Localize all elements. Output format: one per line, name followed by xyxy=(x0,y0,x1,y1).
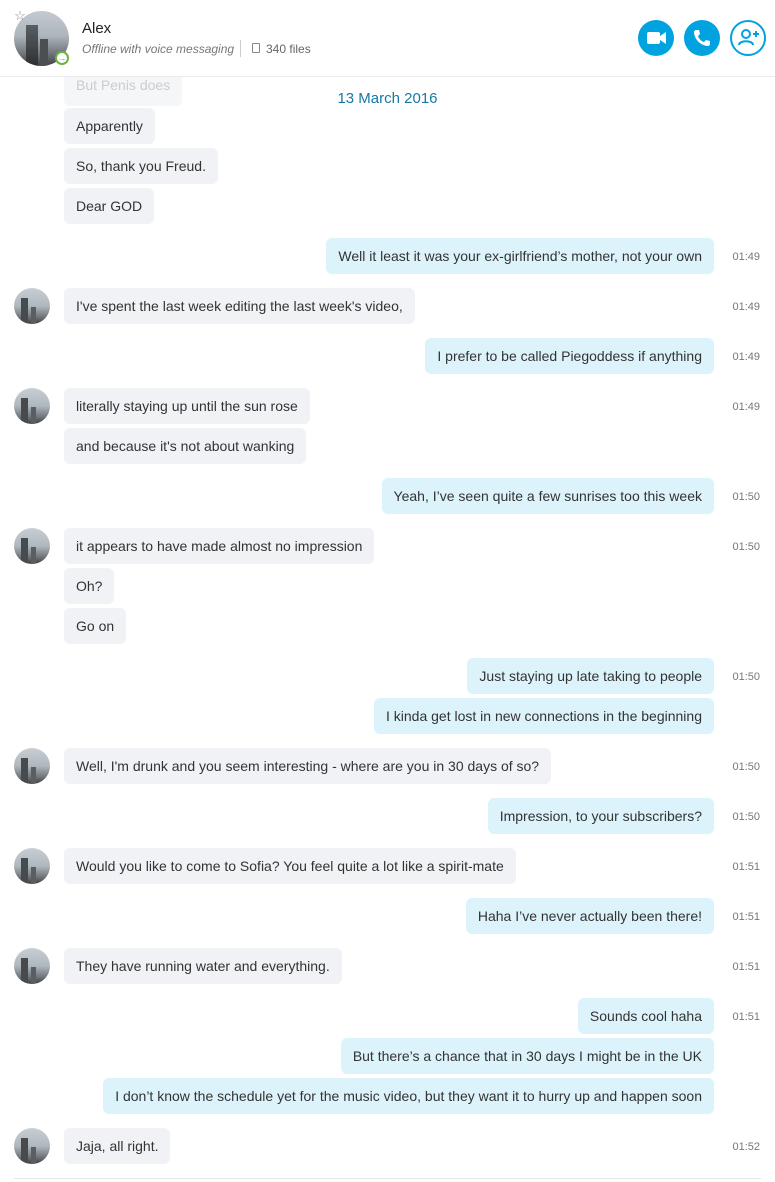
incoming-message[interactable]: Jaja, all right. xyxy=(64,1128,171,1164)
video-call-button[interactable] xyxy=(638,20,674,56)
outgoing-message[interactable]: I prefer to be called Piegoddess if anyt… xyxy=(425,338,714,374)
files-count[interactable]: 340 files xyxy=(266,42,311,56)
incoming-message[interactable]: Dear GOD xyxy=(64,188,155,224)
outgoing-message[interactable]: Well it least it was your ex-girlfriend’… xyxy=(326,238,714,274)
date-divider: 13 March 2016 xyxy=(337,90,438,107)
outgoing-message[interactable]: Sounds cool haha xyxy=(577,998,714,1034)
sender-avatar[interactable] xyxy=(14,948,50,984)
incoming-message[interactable]: Oh? xyxy=(64,568,115,604)
outgoing-message[interactable]: But there’s a chance that in 30 days I m… xyxy=(340,1038,714,1074)
message-timestamp: 01:50 xyxy=(732,671,760,683)
sender-avatar[interactable] xyxy=(14,528,50,564)
favorite-star-icon[interactable]: ☆ xyxy=(13,9,27,23)
message-timestamp: 01:50 xyxy=(732,541,760,553)
incoming-message[interactable]: Would you like to come to Sofia? You fee… xyxy=(64,848,516,884)
incoming-message[interactable]: I've spent the last week editing the las… xyxy=(64,288,415,324)
outgoing-message[interactable]: Yeah, I’ve seen quite a few sunrises too… xyxy=(381,478,714,514)
sender-avatar[interactable] xyxy=(14,848,50,884)
sender-avatar[interactable] xyxy=(14,388,50,424)
add-participant-button[interactable] xyxy=(730,20,766,56)
message-timestamp: 01:49 xyxy=(732,351,760,363)
sender-avatar[interactable] xyxy=(14,288,50,324)
composer-divider xyxy=(14,1178,761,1179)
sender-avatar[interactable] xyxy=(14,748,50,784)
outgoing-message[interactable]: Just staying up late taking to people xyxy=(467,658,714,694)
message-timestamp: 01:50 xyxy=(732,491,760,503)
incoming-message[interactable]: Well, I'm drunk and you seem interesting… xyxy=(64,748,552,784)
presence-forwarding-icon: → xyxy=(55,51,69,65)
message-timestamp: 01:51 xyxy=(732,861,760,873)
message-timestamp: 01:51 xyxy=(732,961,760,973)
message-timestamp: 01:49 xyxy=(732,401,760,413)
video-camera-icon xyxy=(647,32,666,44)
message-timestamp: 01:51 xyxy=(732,911,760,923)
message-timestamp: 01:51 xyxy=(732,1011,760,1023)
message-timestamp: 01:50 xyxy=(732,811,760,823)
message-timestamp: 01:52 xyxy=(732,1141,760,1153)
contact-status: Offline with voice messaging xyxy=(82,42,235,56)
incoming-message[interactable]: They have running water and everything. xyxy=(64,948,342,984)
message-timestamp: 01:49 xyxy=(732,301,760,313)
incoming-message[interactable]: literally staying up until the sun rose xyxy=(64,388,310,424)
outgoing-message[interactable]: Impression, to your subscribers? xyxy=(487,798,714,834)
outgoing-message[interactable]: Haha I’ve never actually been there! xyxy=(465,898,714,934)
incoming-message[interactable]: Go on xyxy=(64,608,127,644)
phone-icon xyxy=(694,30,710,46)
sender-avatar[interactable] xyxy=(14,1128,50,1164)
incoming-message[interactable]: and because it's not about wanking xyxy=(64,428,307,464)
incoming-message[interactable]: Apparently xyxy=(64,108,155,144)
incoming-message[interactable]: it appears to have made almost no impres… xyxy=(64,528,375,564)
add-person-icon xyxy=(738,29,759,46)
audio-call-button[interactable] xyxy=(684,20,720,56)
header-divider xyxy=(240,40,241,57)
message-timestamp: 01:50 xyxy=(732,761,760,773)
incoming-message[interactable]: So, thank you Freud. xyxy=(64,148,218,184)
conversation-header: ☆ → Alex Offline with voice messaging 34… xyxy=(0,0,775,77)
contact-name[interactable]: Alex xyxy=(82,20,111,37)
files-icon[interactable] xyxy=(252,43,260,53)
outgoing-message[interactable]: I kinda get lost in new connections in t… xyxy=(374,698,714,734)
message-timestamp: 01:49 xyxy=(732,251,760,263)
outgoing-message[interactable]: I don’t know the schedule yet for the mu… xyxy=(103,1078,714,1114)
